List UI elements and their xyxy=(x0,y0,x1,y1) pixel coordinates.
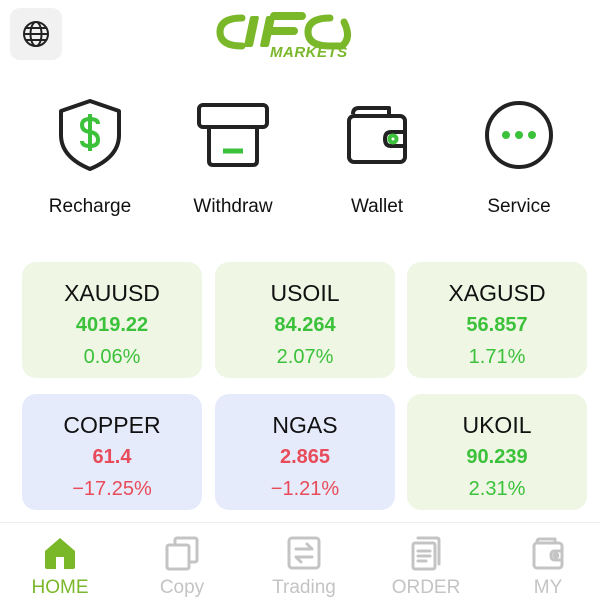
quote-change: 2.31% xyxy=(468,478,526,500)
language-button[interactable] xyxy=(10,8,62,60)
wallet-profile-icon xyxy=(532,537,564,570)
quote-card-copper[interactable]: COPPER 61.4 −17.25% xyxy=(22,394,202,510)
quick-actions: Recharge Withdraw Wallet Service xyxy=(0,95,600,225)
quote-price: 56.857 xyxy=(466,314,528,336)
service-label: Service xyxy=(487,196,551,217)
chat-dots-icon xyxy=(485,101,553,169)
wallet-icon xyxy=(347,106,407,164)
quote-symbol: COPPER xyxy=(63,412,161,438)
withdraw-label: Withdraw xyxy=(193,196,273,217)
quote-card-usoil[interactable]: USOIL 84.264 2.07% xyxy=(215,262,395,378)
wallet-label: Wallet xyxy=(350,196,404,217)
quote-card-ngas[interactable]: NGAS 2.865 −1.21% xyxy=(215,394,395,510)
tab-home[interactable]: HOME xyxy=(0,523,120,600)
quote-change: 2.07% xyxy=(276,346,334,368)
quote-change: 0.06% xyxy=(83,346,141,368)
shield-dollar-icon xyxy=(59,99,121,171)
withdraw-button[interactable]: Withdraw xyxy=(163,95,303,225)
logo-subtext: MARKETS xyxy=(270,44,348,61)
quote-card-xagusd[interactable]: XAGUSD 56.857 1.71% xyxy=(407,262,587,378)
tab-order-label: ORDER xyxy=(391,577,461,598)
order-document-icon xyxy=(411,536,441,571)
bottom-tab-bar: HOME Copy Trading ORDER MY xyxy=(0,522,600,600)
quote-card-xauusd[interactable]: XAUUSD 4019.22 0.06% xyxy=(22,262,202,378)
tab-home-label: HOME xyxy=(31,577,89,598)
tab-copy-label: Copy xyxy=(159,577,205,598)
service-button[interactable]: Service xyxy=(449,95,589,225)
quote-card-ukoil[interactable]: UKOIL 90.239 2.31% xyxy=(407,394,587,510)
recharge-label: Recharge xyxy=(48,196,132,217)
tab-trading[interactable]: Trading xyxy=(244,523,364,600)
recharge-button[interactable]: Recharge xyxy=(20,95,160,225)
copy-icon xyxy=(165,536,199,571)
quote-price: 90.239 xyxy=(466,446,528,468)
tab-my[interactable]: MY xyxy=(488,523,600,600)
tab-trading-label: Trading xyxy=(272,577,336,598)
quote-price: 61.4 xyxy=(92,446,132,468)
quote-change: −1.21% xyxy=(270,478,340,500)
quote-change: −17.25% xyxy=(72,478,152,500)
trading-swap-icon xyxy=(287,536,321,570)
quote-symbol: UKOIL xyxy=(462,412,532,438)
quote-symbol: XAGUSD xyxy=(448,280,546,306)
top-bar: MARKETS xyxy=(0,0,600,80)
atm-withdraw-icon xyxy=(197,103,269,167)
home-icon xyxy=(45,538,75,569)
wallet-button[interactable]: Wallet xyxy=(307,95,447,225)
tab-order[interactable]: ORDER xyxy=(366,523,486,600)
quote-symbol: XAUUSD xyxy=(64,280,160,306)
quote-price: 4019.22 xyxy=(75,314,149,336)
quote-symbol: USOIL xyxy=(270,280,340,306)
quote-price: 84.264 xyxy=(274,314,336,336)
quote-symbol: NGAS xyxy=(272,412,338,438)
tab-copy[interactable]: Copy xyxy=(122,523,242,600)
tab-my-label: MY xyxy=(533,577,563,598)
quote-price: 2.865 xyxy=(279,446,331,468)
globe-icon xyxy=(23,21,49,47)
quote-change: 1.71% xyxy=(468,346,526,368)
